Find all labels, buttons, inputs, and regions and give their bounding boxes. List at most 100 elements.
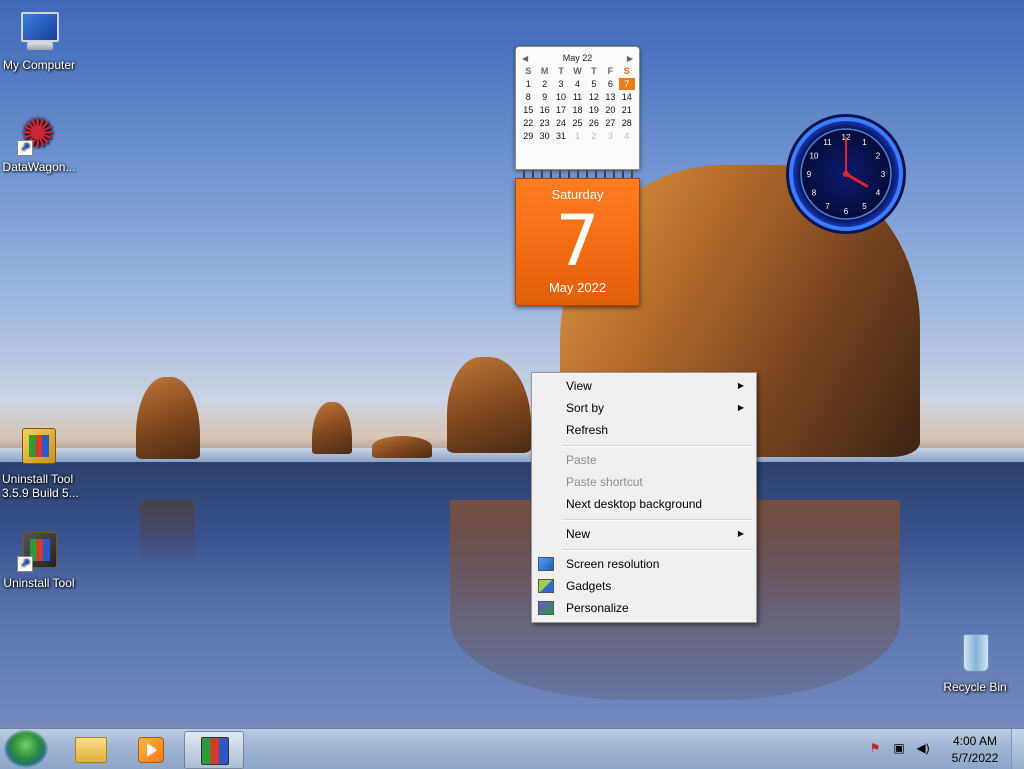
calendar-day-cell[interactable]: 2	[536, 78, 552, 90]
calendar-day-cell[interactable]: 15	[520, 104, 536, 116]
notification-area: ⚑ ▣ ◀) 4:00 AM 5/7/2022	[862, 729, 1024, 769]
clock-number: 4	[876, 189, 881, 198]
taskbar: ⚑ ▣ ◀) 4:00 AM 5/7/2022	[0, 728, 1024, 769]
taskbar-button-windows-explorer[interactable]	[60, 731, 118, 767]
menu-item-screen-resolution[interactable]: Screen resolution	[534, 553, 754, 575]
wallpaper-sea-stack	[372, 436, 432, 458]
desktop-icon-uninstall-tool-folder[interactable]: Uninstall Tool 3.5.9 Build 5...	[0, 424, 80, 500]
calendar-month-view: ◀ May 22 ▶ S M T W T F S 1 2 3 4 5 6 7 8 9 10 11 12 13 14 15 1…	[515, 46, 640, 170]
calendar-day-cell[interactable]: 18	[569, 104, 585, 116]
calendar-prev-month-icon[interactable]: ◀	[522, 54, 528, 63]
calendar-grid: S M T W T F S 1 2 3 4 5 6 7 8 9 10 11 12 13 14 15 16 17 18 19 20 21…	[516, 65, 639, 142]
menu-item-label: Paste	[566, 453, 597, 467]
menu-item-new[interactable]: New ▶	[534, 523, 754, 545]
calendar-day-cell[interactable]: 25	[569, 117, 585, 129]
menu-item-label: View	[566, 379, 592, 393]
calendar-weekday-header: S	[525, 66, 532, 76]
clock-number: 8	[812, 189, 817, 198]
menu-item-gadgets[interactable]: Gadgets	[534, 575, 754, 597]
calendar-day-cell[interactable]: 13	[602, 91, 618, 103]
menu-item-label: Personalize	[566, 601, 629, 615]
calendar-day-cell[interactable]: 9	[536, 91, 552, 103]
network-icon[interactable]: ▣	[892, 741, 906, 755]
calendar-day-cell[interactable]: 31	[553, 130, 569, 142]
calendar-day-cell[interactable]: 22	[520, 117, 536, 129]
desktop-icon-my-computer[interactable]: My Computer	[0, 10, 78, 72]
calendar-day-cell[interactable]: 3	[602, 130, 618, 142]
uninstall-tool-icon	[201, 737, 229, 765]
calendar-day-cell[interactable]: 5	[586, 78, 602, 90]
desktop-icon-label: Recycle Bin	[943, 680, 1007, 694]
calendar-day-cell[interactable]: 29	[520, 130, 536, 142]
calendar-gadget[interactable]: ◀ May 22 ▶ S M T W T F S 1 2 3 4 5 6 7 8 9 10 11 12 13 14 15 1…	[515, 46, 640, 306]
calendar-day-cell[interactable]: 20	[602, 104, 618, 116]
action-center-flag-icon[interactable]: ⚑	[868, 741, 882, 755]
calendar-day-cell[interactable]: 8	[520, 91, 536, 103]
clock-gadget[interactable]: 121234567891011	[785, 113, 907, 235]
menu-item-label: Sort by	[566, 401, 605, 415]
menu-item-paste[interactable]: Paste	[534, 449, 754, 471]
calendar-day-number: 7	[555, 200, 600, 282]
calendar-day-cell[interactable]: 14	[619, 91, 635, 103]
wallpaper-sea-stack	[447, 357, 531, 453]
calendar-day-cell[interactable]: 1	[520, 78, 536, 90]
calendar-weekday-header: W	[573, 66, 582, 76]
calendar-day-cell[interactable]: 11	[569, 91, 585, 103]
calendar-day-cell[interactable]: 30	[536, 130, 552, 142]
calendar-day-cell[interactable]: 24	[553, 117, 569, 129]
submenu-arrow-icon: ▶	[737, 403, 744, 412]
calendar-day-cell[interactable]: 3	[553, 78, 569, 90]
calendar-day-cell[interactable]: 21	[619, 104, 635, 116]
calendar-day-cell[interactable]: 27	[602, 117, 618, 129]
uninstall-tool-folder-icon	[16, 424, 60, 468]
calendar-day-cell[interactable]: 6	[602, 78, 618, 90]
calendar-day-cell[interactable]: 17	[553, 104, 569, 116]
show-desktop-button[interactable]	[1011, 729, 1024, 769]
calendar-day-cell[interactable]: 1	[569, 130, 585, 142]
menu-item-sort-by[interactable]: Sort by ▶	[534, 397, 754, 419]
wallpaper-sea-stack	[136, 377, 200, 459]
calendar-day-view: Saturday 7 May 2022	[515, 178, 640, 306]
tray-clock-date[interactable]: 5/7/2022	[945, 751, 1005, 765]
desktop[interactable]: My Computer ✺ ↗ DataWagon... Uninstall T…	[0, 0, 1024, 728]
menu-item-refresh[interactable]: Refresh	[534, 419, 754, 441]
clock-number: 3	[881, 170, 886, 179]
desktop-icon-recycle-bin[interactable]: Recycle Bin	[936, 632, 1014, 694]
calendar-day-cell[interactable]: 12	[586, 91, 602, 103]
menu-separator	[562, 549, 752, 551]
clock-number: 9	[807, 170, 812, 179]
calendar-next-month-icon[interactable]: ▶	[627, 54, 633, 63]
clock-center-pin	[843, 171, 849, 177]
calendar-day-cell[interactable]: 7	[618, 78, 635, 90]
desktop-icon-datawagon[interactable]: ✺ ↗ DataWagon...	[0, 112, 78, 174]
menu-item-next-desktop-background[interactable]: Next desktop background	[534, 493, 754, 515]
calendar-day-cell[interactable]: 16	[536, 104, 552, 116]
calendar-day-cell[interactable]: 4	[569, 78, 585, 90]
shortcut-arrow-icon: ↗	[17, 556, 33, 572]
calendar-day-cell[interactable]: 2	[586, 130, 602, 142]
taskbar-button-uninstall-tool[interactable]	[184, 731, 244, 769]
desktop-icon-uninstall-tool[interactable]: ↗ Uninstall Tool	[0, 528, 78, 590]
calendar-month-year: May 2022	[548, 280, 607, 295]
start-button[interactable]	[4, 730, 48, 768]
volume-icon[interactable]: ◀)	[916, 741, 930, 755]
desktop-context-menu[interactable]: View ▶ Sort by ▶ Refresh Paste Paste sho…	[531, 372, 757, 623]
calendar-day-cell[interactable]: 19	[586, 104, 602, 116]
menu-item-label: Next desktop background	[566, 497, 703, 511]
desktop-icon-label: Uninstall Tool 3.5.9 Build 5...	[2, 472, 79, 500]
calendar-day-cell[interactable]: 23	[536, 117, 552, 129]
calendar-weekday-header: S	[623, 66, 630, 76]
tray-clock-time[interactable]: 4:00 AM	[945, 734, 1005, 748]
menu-item-label: Refresh	[566, 423, 609, 437]
clock-number: 6	[844, 207, 849, 216]
taskbar-button-windows-media-player[interactable]	[120, 731, 178, 767]
calendar-day-cell[interactable]: 4	[619, 130, 635, 142]
menu-item-view[interactable]: View ▶	[534, 375, 754, 397]
calendar-weekday-header: T	[591, 66, 597, 76]
calendar-day-cell[interactable]: 10	[553, 91, 569, 103]
menu-item-paste-shortcut[interactable]: Paste shortcut	[534, 471, 754, 493]
folder-icon	[75, 737, 107, 763]
menu-item-personalize[interactable]: Personalize	[534, 597, 754, 619]
calendar-day-cell[interactable]: 26	[586, 117, 602, 129]
calendar-day-cell[interactable]: 28	[619, 117, 635, 129]
